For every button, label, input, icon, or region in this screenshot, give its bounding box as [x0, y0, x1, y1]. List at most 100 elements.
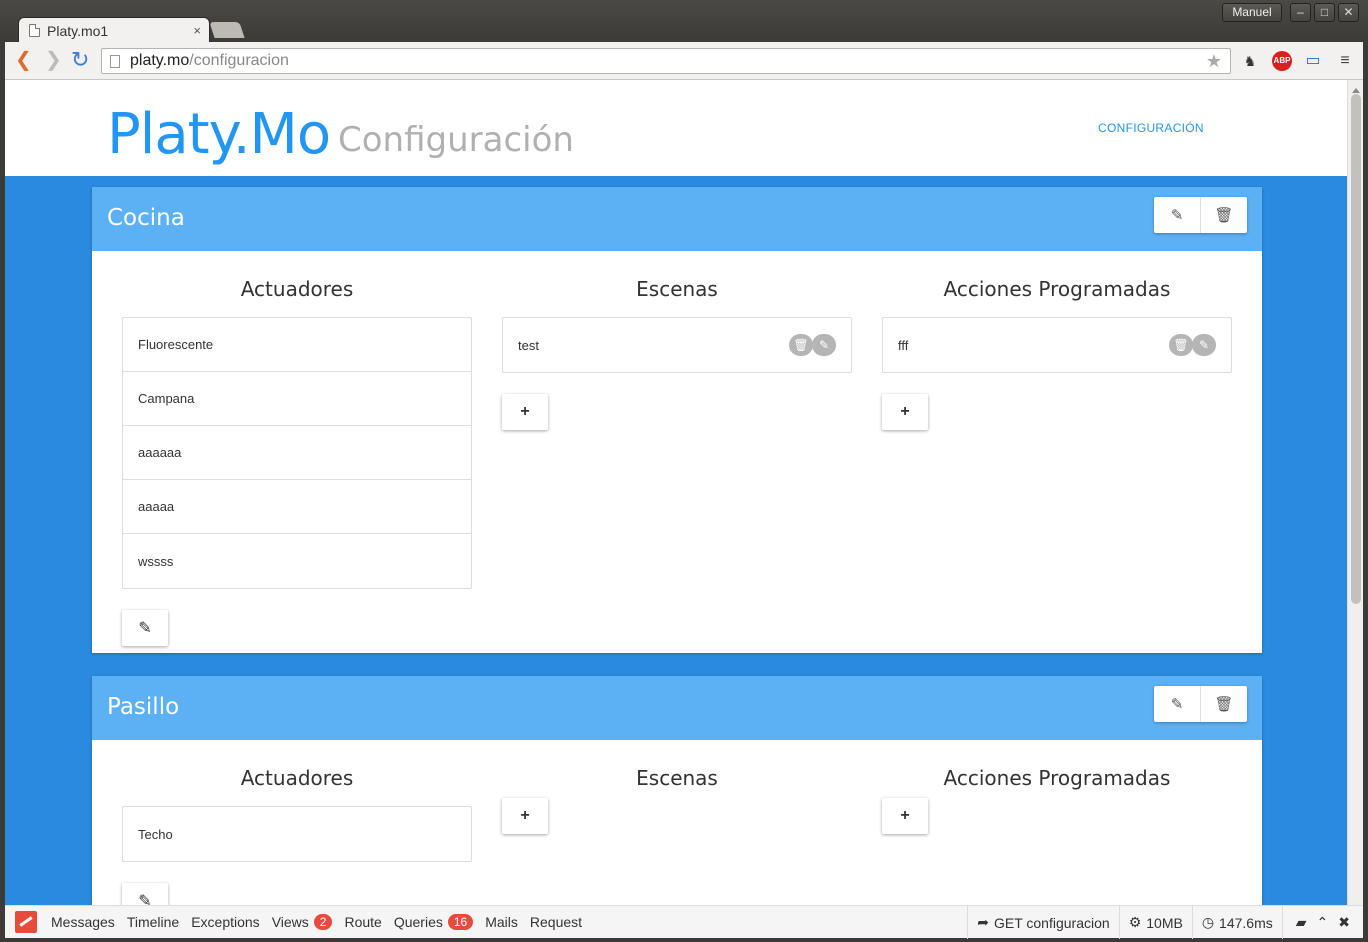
- actuadores-list: Fluorescente Campana aaaaaa aaaaa wssss: [122, 317, 472, 589]
- edit-action-icon[interactable]: ✎: [1192, 334, 1216, 356]
- edit-room-button[interactable]: ✎: [1154, 686, 1201, 722]
- memory-stat: ⚙ 10MB: [1118, 906, 1192, 939]
- count-badge: 2: [313, 914, 333, 930]
- scroll-up-icon[interactable]: [1352, 84, 1360, 93]
- pencil-icon: ✎: [138, 893, 152, 905]
- time-stat: ◷ 147.6ms: [1191, 906, 1282, 939]
- room-header: Pasillo ✎ 🗑: [92, 676, 1262, 740]
- delete-scene-icon[interactable]: 🗑: [789, 334, 813, 356]
- list-item[interactable]: aaaaaa: [123, 426, 471, 480]
- close-window-button[interactable]: ✕: [1338, 3, 1359, 22]
- column-title: Actuadores: [240, 277, 354, 301]
- site-header: Platy.Mo Configuración CONFIGURACIÓN: [5, 80, 1347, 176]
- route-text: GET configuracion: [993, 914, 1110, 931]
- brand-logo[interactable]: Platy.Mo: [107, 102, 331, 167]
- count-badge: 16: [447, 914, 474, 930]
- item-actions: 🗑 ✎: [1169, 334, 1216, 356]
- pencil-icon: ✎: [1170, 207, 1184, 224]
- scroll-thumb[interactable]: [1351, 94, 1361, 604]
- clock-icon: ◷: [1201, 914, 1215, 930]
- debugbar-logo-icon[interactable]: [15, 911, 37, 933]
- actuadores-column: Actuadores Fluorescente Campana aaaaaa a…: [122, 277, 472, 646]
- edit-scene-icon[interactable]: ✎: [812, 334, 836, 356]
- add-action-button[interactable]: +: [882, 798, 928, 834]
- time-text: 147.6ms: [1219, 914, 1273, 931]
- browser-tab[interactable]: Platy.mo1 ×: [18, 17, 210, 43]
- nav-configuracion-link[interactable]: CONFIGURACIÓN: [1098, 121, 1204, 135]
- adblock-icon[interactable]: ABP: [1272, 51, 1292, 71]
- escenas-list: test 🗑 ✎: [502, 317, 852, 373]
- column-title: Acciones Programadas: [943, 766, 1171, 790]
- list-item[interactable]: wssss: [123, 534, 471, 588]
- plus-icon: +: [520, 807, 530, 824]
- cast-icon[interactable]: ▭: [1303, 51, 1323, 71]
- close-icon[interactable]: ✖: [1334, 914, 1354, 931]
- column-title: Acciones Programadas: [943, 277, 1171, 301]
- debug-tab-messages[interactable]: Messages: [51, 914, 115, 930]
- tab-close-icon[interactable]: ×: [193, 23, 201, 38]
- new-tab-button[interactable]: [209, 22, 245, 38]
- debug-tab-mails[interactable]: Mails: [485, 914, 518, 930]
- edit-actuadores-button[interactable]: ✎: [122, 883, 168, 905]
- page-scrollbar[interactable]: [1347, 80, 1363, 905]
- room-card-cocina: Cocina ✎ 🗑 Actuadores Fluorescente Campa…: [92, 187, 1262, 653]
- reload-icon[interactable]: ↻: [71, 49, 89, 71]
- list-item[interactable]: test 🗑 ✎: [503, 318, 851, 372]
- debug-tab-timeline[interactable]: Timeline: [127, 914, 179, 930]
- column-title: Escenas: [636, 766, 718, 790]
- browser-toolbar: ❮ ❯ ↻ platy.mo/configuracion ★ ♞ ABP ▭ ≡: [5, 42, 1363, 80]
- cogs-icon: ⚙: [1128, 914, 1142, 930]
- action-name: fff: [898, 337, 909, 353]
- list-item[interactable]: aaaaa: [123, 480, 471, 534]
- column-title: Actuadores: [240, 766, 354, 790]
- room-actions: ✎ 🗑: [1154, 686, 1247, 722]
- chevron-up-icon[interactable]: ⌃: [1313, 914, 1333, 931]
- actuadores-list: Techo: [122, 806, 472, 862]
- scene-name: test: [518, 337, 539, 353]
- evernote-icon[interactable]: ♞: [1240, 51, 1260, 71]
- debug-tab-views[interactable]: Views 2: [272, 914, 333, 930]
- forward-icon[interactable]: ❯: [45, 50, 62, 70]
- list-item[interactable]: Campana: [123, 372, 471, 426]
- folder-open-icon[interactable]: ▰: [1292, 914, 1311, 931]
- maximize-button[interactable]: □: [1314, 3, 1335, 22]
- menu-icon[interactable]: ≡: [1335, 51, 1355, 71]
- room-header: Cocina ✎ 🗑: [92, 187, 1262, 251]
- pencil-icon: ✎: [1170, 696, 1184, 713]
- star-icon[interactable]: ★: [1206, 51, 1222, 72]
- delete-room-button[interactable]: 🗑: [1201, 197, 1247, 233]
- debugbar-controls: ▰ ⌃ ✖: [1281, 906, 1363, 939]
- delete-room-button[interactable]: 🗑: [1201, 686, 1247, 722]
- debugbar: Messages Timeline Exceptions Views 2 Rou…: [5, 905, 1363, 939]
- acciones-list: fff 🗑 ✎: [882, 317, 1232, 373]
- delete-action-icon[interactable]: 🗑: [1169, 334, 1193, 356]
- address-bar[interactable]: platy.mo/configuracion ★: [101, 48, 1231, 74]
- list-item[interactable]: Techo: [123, 807, 471, 861]
- add-scene-button[interactable]: +: [502, 394, 548, 430]
- add-action-button[interactable]: +: [882, 394, 928, 430]
- escenas-column: Escenas +: [502, 766, 852, 834]
- debug-tab-exceptions[interactable]: Exceptions: [191, 914, 259, 930]
- debug-tab-route[interactable]: Route: [344, 914, 381, 930]
- tab-title: Platy.mo1: [47, 22, 109, 39]
- share-icon: ➦: [977, 914, 989, 930]
- profile-button[interactable]: Manuel: [1222, 3, 1282, 22]
- debug-tab-queries[interactable]: Queries 16: [394, 914, 474, 930]
- acciones-column: Acciones Programadas +: [882, 766, 1232, 834]
- minimize-button[interactable]: –: [1290, 3, 1311, 22]
- actuadores-column: Actuadores Techo ✎: [122, 766, 472, 905]
- edit-room-button[interactable]: ✎: [1154, 197, 1201, 233]
- tab-label: Views: [271, 914, 309, 930]
- room-title: Cocina: [107, 205, 185, 231]
- room-title: Pasillo: [107, 694, 180, 720]
- item-actions: 🗑 ✎: [789, 334, 836, 356]
- debug-tab-request[interactable]: Request: [530, 914, 582, 930]
- list-item[interactable]: fff 🗑 ✎: [883, 318, 1231, 372]
- back-icon[interactable]: ❮: [15, 50, 32, 70]
- add-scene-button[interactable]: +: [502, 798, 548, 834]
- edit-actuadores-button[interactable]: ✎: [122, 610, 168, 646]
- pencil-icon: ✎: [138, 620, 152, 637]
- list-item[interactable]: Fluorescente: [123, 318, 471, 372]
- escenas-column: Escenas test 🗑 ✎ +: [502, 277, 852, 430]
- page-viewport: Platy.Mo Configuración CONFIGURACIÓN Coc…: [5, 80, 1347, 905]
